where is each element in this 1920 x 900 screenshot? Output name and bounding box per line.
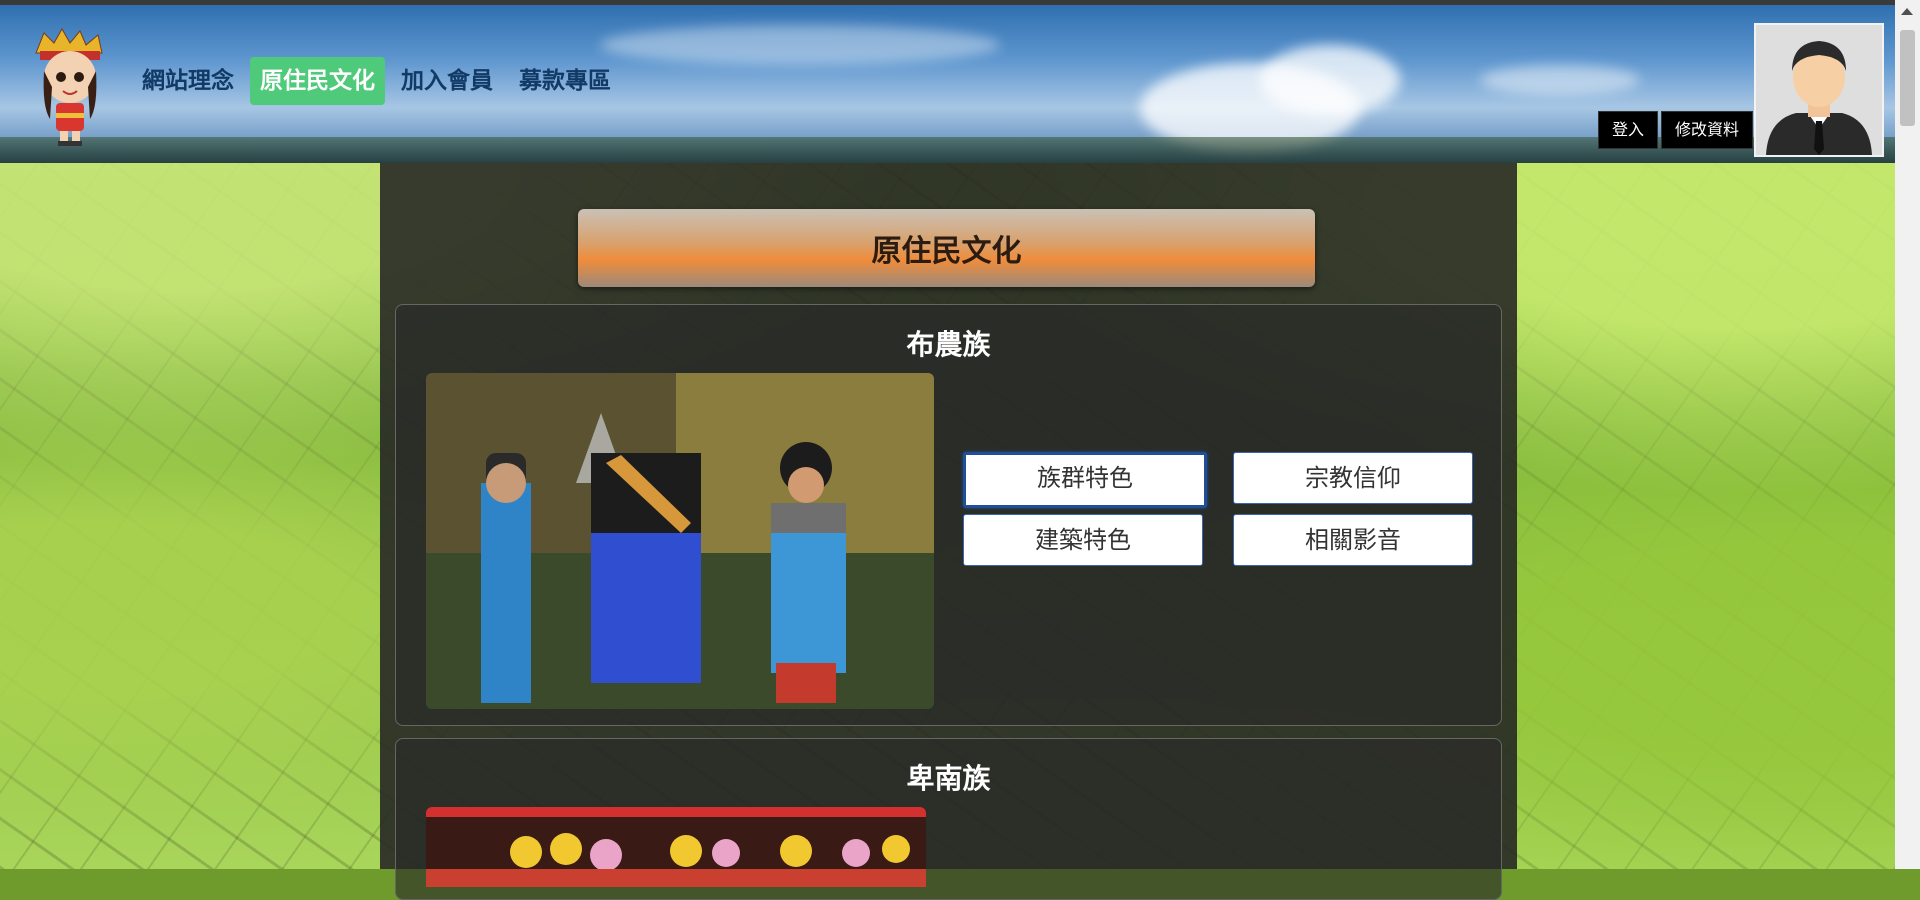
ethnic-features-button[interactable]: 族群特色 — [963, 452, 1207, 508]
main-content: 原住民文化 布農族 族群特色 宗教信仰 建築特色 相關影音 卑南族 — [380, 163, 1517, 900]
tribe-card: 卑南族 — [395, 738, 1502, 900]
nav-item-indigenous-culture[interactable]: 原住民文化 — [250, 57, 385, 105]
tribe-name: 卑南族 — [906, 762, 991, 795]
scrollbar-thumb[interactable] — [1900, 30, 1915, 126]
user-silhouette-icon — [1766, 41, 1872, 155]
scroll-up-arrow-icon[interactable] — [1901, 8, 1913, 15]
main-nav: 網站理念 原住民文化 加入會員 募款專區 — [132, 57, 621, 105]
nav-item-join-member[interactable]: 加入會員 — [391, 57, 503, 105]
related-media-button[interactable]: 相關影音 — [1233, 514, 1473, 566]
nav-item-website-concept[interactable]: 網站理念 — [132, 57, 244, 105]
tribe-photo — [426, 807, 926, 887]
religious-belief-button[interactable]: 宗教信仰 — [1233, 452, 1473, 504]
mascot-logo[interactable] — [30, 27, 108, 147]
page-title: 原住民文化 — [578, 209, 1315, 287]
edit-profile-button[interactable]: 修改資料 — [1661, 111, 1754, 149]
architecture-features-button[interactable]: 建築特色 — [963, 514, 1203, 566]
tribe-name: 布農族 — [906, 328, 991, 361]
avatar[interactable] — [1754, 23, 1884, 157]
nav-item-donation[interactable]: 募款專區 — [509, 57, 621, 105]
page-scrollbar[interactable] — [1895, 0, 1920, 869]
site-header: 網站理念 原住民文化 加入會員 募款專區 登入 修改資料 — [0, 5, 1895, 163]
tribe-photo — [426, 373, 934, 709]
tribe-card: 布農族 族群特色 宗教信仰 建築特色 相關影音 — [395, 304, 1502, 726]
login-button[interactable]: 登入 — [1598, 111, 1659, 149]
